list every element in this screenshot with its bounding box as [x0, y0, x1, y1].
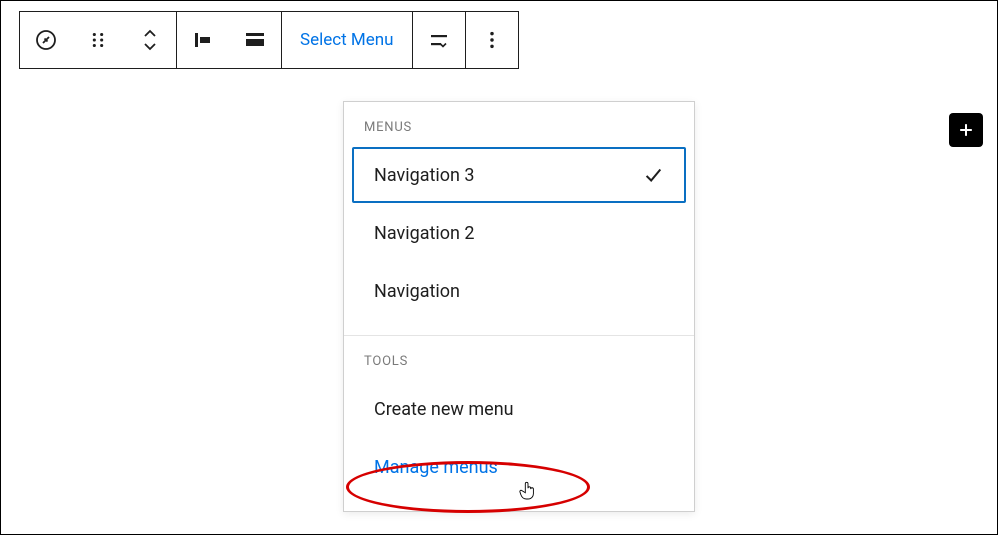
menu-option-navigation-3[interactable]: Navigation 3 — [352, 147, 686, 203]
menus-section-title: MENUS — [344, 120, 694, 145]
menu-option-navigation[interactable]: Navigation — [352, 263, 686, 319]
block-toolbar: Select Menu — [19, 11, 519, 69]
justify-button[interactable] — [229, 12, 281, 68]
move-updown-icon[interactable] — [124, 12, 176, 68]
select-menu-dropdown: MENUS Navigation 3 Navigation 2 Navigati… — [343, 101, 695, 512]
menu-option-label: Navigation — [374, 281, 460, 302]
tool-option-label: Create new menu — [374, 399, 514, 420]
align-left-icon[interactable] — [177, 12, 229, 68]
compass-icon[interactable] — [20, 12, 72, 68]
drag-handle-icon[interactable] — [72, 12, 124, 68]
menu-option-label: Navigation 2 — [374, 223, 475, 244]
create-new-menu-button[interactable]: Create new menu — [352, 381, 686, 437]
manage-menus-link[interactable]: Manage menus — [352, 439, 686, 495]
check-icon — [642, 164, 664, 186]
menu-option-label: Navigation 3 — [374, 165, 475, 186]
add-block-button[interactable] — [949, 113, 983, 147]
select-menu-label: Select Menu — [300, 30, 394, 50]
tool-option-label: Manage menus — [374, 457, 498, 478]
tools-section-title: TOOLS — [344, 354, 694, 379]
menu-option-navigation-2[interactable]: Navigation 2 — [352, 205, 686, 261]
overflow-settings-icon[interactable] — [413, 12, 465, 68]
select-menu-button[interactable]: Select Menu — [282, 12, 412, 68]
more-options-icon[interactable] — [466, 12, 518, 68]
